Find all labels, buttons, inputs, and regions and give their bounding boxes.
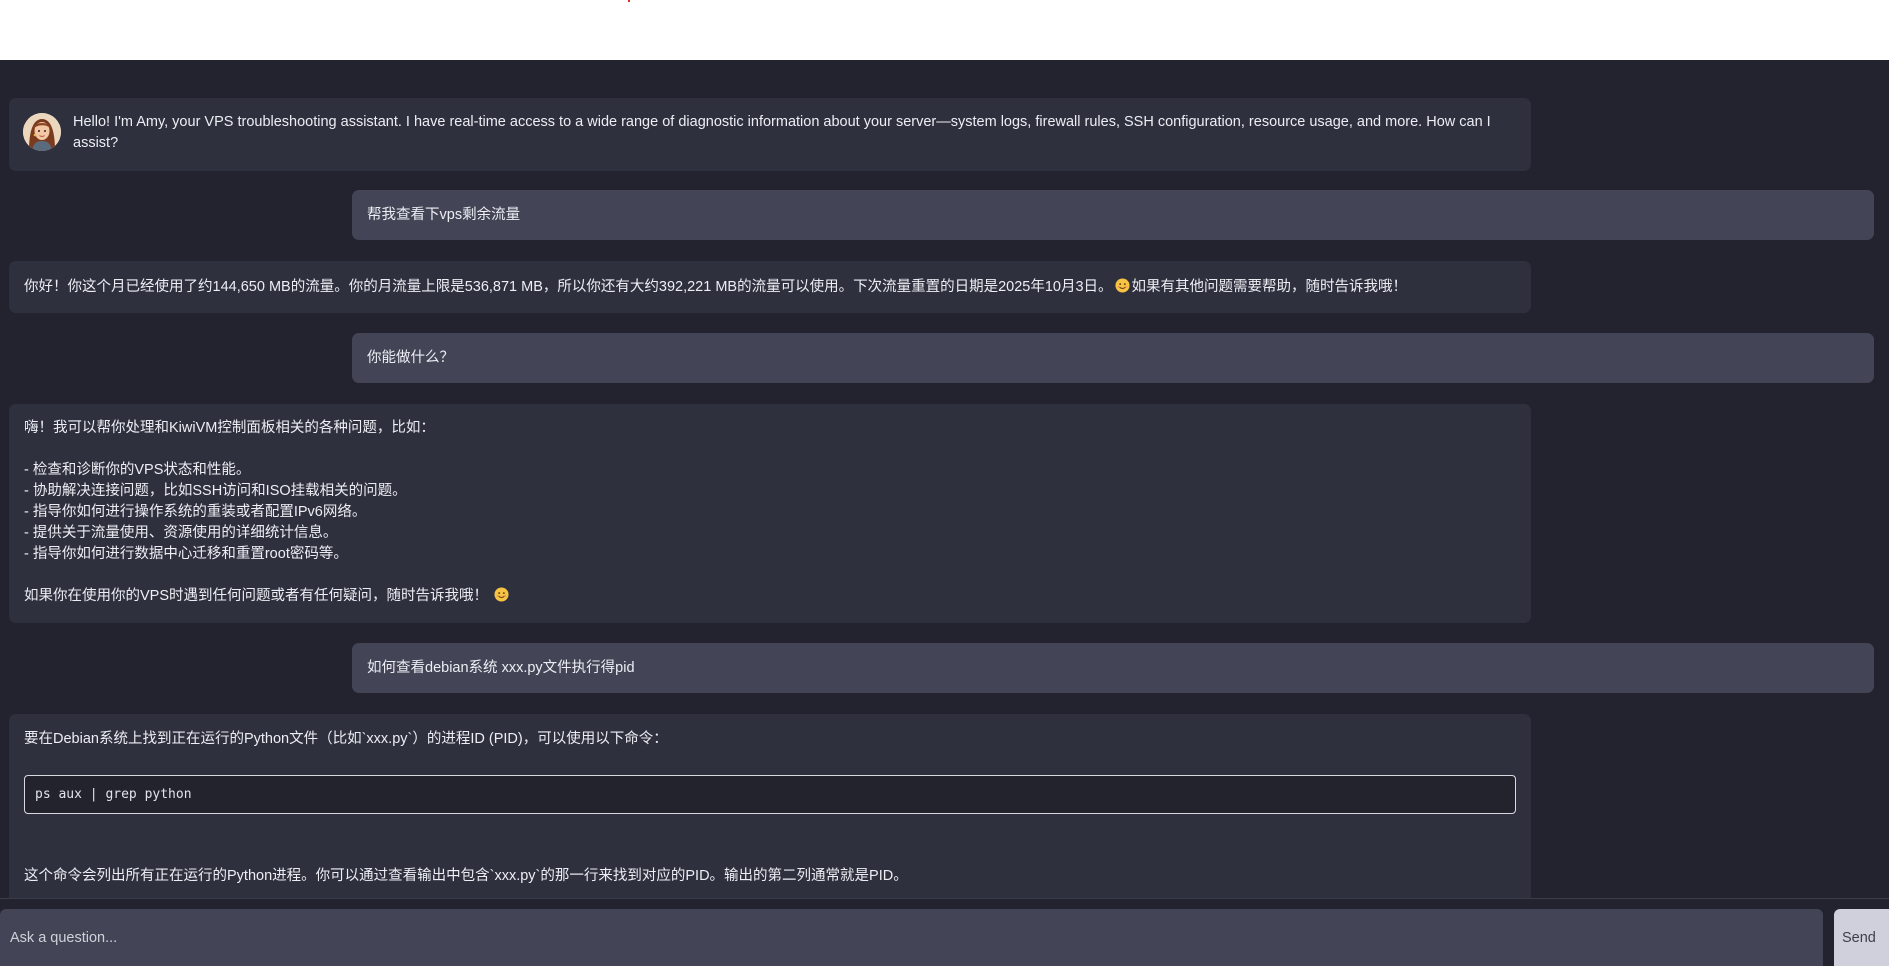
assistant-message-text-main: 你好！你这个月已经使用了约144,650 MB的流量。你的月流量上限是536,8… — [24, 278, 1113, 295]
code-block-text: ps aux | grep python — [35, 787, 192, 802]
assistant-message-outro-text: 如果你在使用你的VPS时遇到任何问题或者有任何疑问，随时告诉我哦！ — [24, 588, 489, 604]
assistant-message: 嗨！我可以帮你处理和KiwiVM控制面板相关的各种问题，比如： - 检查和诊断你… — [9, 404, 1531, 623]
user-message: 如何查看debian系统 xxx.py文件执行得pid — [352, 643, 1874, 693]
capability-list-item: - 指导你如何进行操作系统的重装或者配置IPv6网络。 — [24, 504, 367, 520]
send-button-label: Send — [1842, 929, 1876, 946]
capability-list-item: - 检查和诊断你的VPS状态和性能。 — [24, 462, 251, 478]
assistant-message: 你好！你这个月已经使用了约144,650 MB的流量。你的月流量上限是536,8… — [9, 261, 1531, 313]
user-message-text: 如何查看debian系统 xxx.py文件执行得pid — [367, 659, 635, 676]
capability-list-item: - 提供关于流量使用、资源使用的详细统计信息。 — [24, 525, 338, 541]
chat-area[interactable]: Hello! I'm Amy, your VPS troubleshooting… — [0, 60, 1889, 898]
smiling-face-emoji-icon — [1115, 277, 1130, 293]
code-block[interactable]: ps aux | grep python — [24, 775, 1516, 814]
assistant-message-intro: 要在Debian系统上找到正在运行的Python文件（比如`xxx.py`）的进… — [24, 731, 668, 747]
question-input[interactable] — [0, 909, 1823, 966]
user-message-text: 你能做什么？ — [367, 349, 454, 366]
composer-bar: Send — [0, 898, 1889, 966]
assistant-message-text-tail: 如果有其他问题需要帮助，随时告诉我哦！ — [1131, 278, 1408, 295]
user-message: 你能做什么？ — [352, 333, 1874, 383]
red-dot-mark — [628, 0, 630, 2]
assistant-greeting-text: Hello! I'm Amy, your VPS troubleshooting… — [73, 114, 1491, 151]
user-message-text: 帮我查看下vps剩余流量 — [367, 206, 521, 223]
top-white-bar — [0, 0, 1889, 60]
assistant-message-intro: 嗨！我可以帮你处理和KiwiVM控制面板相关的各种问题，比如： — [24, 420, 435, 436]
capability-list-item: - 指导你如何进行数据中心迁移和重置root密码等。 — [24, 546, 348, 562]
assistant-message-outro: 这个命令会列出所有正在运行的Python进程。你可以通过查看输出中包含`xxx.… — [24, 868, 908, 884]
assistant-avatar-icon — [23, 113, 61, 151]
assistant-message-outro: 如果你在使用你的VPS时遇到任何问题或者有任何疑问，随时告诉我哦！ — [24, 586, 1516, 607]
smiling-face-emoji-icon — [494, 587, 509, 602]
assistant-message-text: 你好！你这个月已经使用了约144,650 MB的流量。你的月流量上限是536,8… — [24, 277, 1407, 298]
user-message: 帮我查看下vps剩余流量 — [352, 190, 1874, 240]
send-button[interactable]: Send — [1834, 909, 1889, 966]
assistant-greeting-message: Hello! I'm Amy, your VPS troubleshooting… — [9, 98, 1531, 171]
assistant-message: 要在Debian系统上找到正在运行的Python文件（比如`xxx.py`）的进… — [9, 714, 1531, 898]
capability-list-item: - 协助解决连接问题，比如SSH访问和ISO挂载相关的问题。 — [24, 483, 407, 499]
